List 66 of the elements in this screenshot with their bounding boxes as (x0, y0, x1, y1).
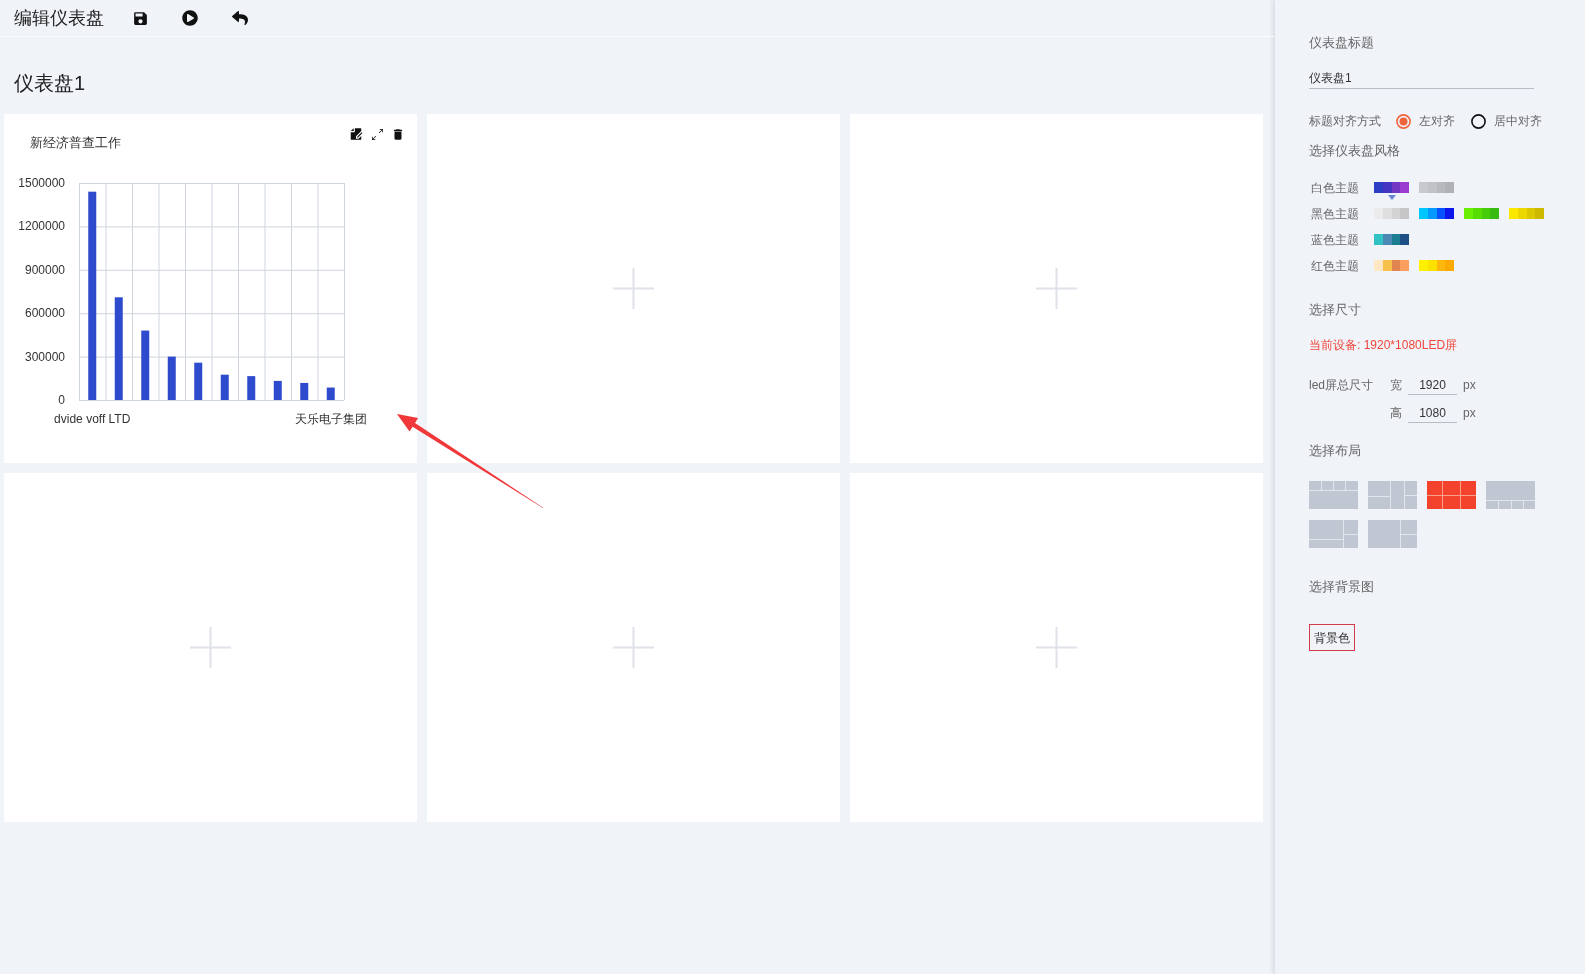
chart-bar (247, 376, 256, 400)
edit-button[interactable] (349, 127, 363, 141)
axis-label: 300000 (24, 349, 65, 364)
expand-icon (371, 128, 383, 140)
triangle-icon (1387, 195, 1396, 200)
chart-bar (194, 362, 203, 400)
plus-icon (613, 268, 654, 309)
theme-label: 红色主题 (1310, 258, 1360, 275)
section-label: 选择布局 (1309, 442, 1361, 460)
layout-thumbnail[interactable] (1309, 481, 1358, 509)
current-device-text: 当前设备: 1920*1080LED屏 (1309, 337, 1458, 354)
axis-label: 天乐电子集团 (294, 412, 367, 426)
chart-bar (141, 330, 150, 400)
undo-icon (232, 10, 248, 26)
layout-thumbnail[interactable] (1486, 481, 1535, 509)
axis-label: 1500000 (18, 176, 65, 190)
unit-label: px (1463, 377, 1476, 394)
empty-card[interactable] (850, 114, 1263, 463)
theme-swatch[interactable] (1374, 182, 1409, 200)
radio-option[interactable]: 左对齐 (1396, 112, 1455, 130)
radio-option[interactable]: 居中对齐 (1471, 112, 1542, 130)
unit-label: px (1463, 405, 1476, 422)
field-label: 高 (1390, 405, 1402, 422)
section-label: 选择仪表盘风格 (1309, 142, 1400, 160)
editor-title: 编辑仪表盘 (14, 7, 104, 30)
plus-icon (613, 627, 654, 668)
trash-icon (391, 126, 405, 142)
theme-label: 蓝色主题 (1310, 232, 1360, 249)
layout-thumbnail[interactable] (1427, 481, 1476, 509)
save-icon (131, 9, 149, 27)
expand-button[interactable] (370, 127, 384, 141)
chart-bar (326, 387, 335, 400)
dashboard-title: 仪表盘1 (14, 72, 86, 94)
plus-icon (190, 627, 231, 668)
chart-bar (220, 374, 229, 400)
axis-label: 600000 (24, 306, 65, 321)
document-pencil-icon (349, 127, 363, 141)
background-color-button[interactable]: 背景色 (1309, 624, 1355, 651)
width-input[interactable]: 1920 (1408, 375, 1457, 395)
empty-card[interactable] (850, 473, 1263, 822)
plus-icon (1036, 268, 1077, 309)
title-input[interactable]: 仪表盘1 (1309, 68, 1534, 89)
delete-button[interactable] (391, 127, 405, 141)
plus-icon (1036, 627, 1077, 668)
theme-label: 白色主题 (1310, 180, 1360, 197)
field-label: 宽 (1390, 377, 1402, 394)
theme-label: 黑色主题 (1310, 206, 1360, 223)
chart-bar (167, 356, 176, 400)
axis-label: 0 (58, 393, 65, 407)
chart-bar (300, 382, 309, 400)
section-label: 选择尺寸 (1309, 301, 1361, 319)
chart-bar (273, 380, 282, 400)
field-label: led屏总尺寸 (1309, 377, 1374, 394)
empty-card[interactable] (4, 473, 417, 822)
height-input[interactable]: 1080 (1408, 403, 1457, 423)
section-label: 选择背景图 (1309, 578, 1374, 596)
empty-card[interactable] (427, 114, 840, 463)
layout-thumbnail[interactable] (1368, 520, 1417, 548)
chart-title: 新经济普查工作 (30, 134, 121, 152)
axis-label: dvide voff LTD (54, 412, 131, 426)
play-icon (182, 10, 198, 26)
axis-label: 900000 (24, 262, 65, 277)
axis-label: 1200000 (18, 219, 65, 234)
empty-card[interactable] (427, 473, 840, 822)
section-label: 仪表盘标题 (1309, 34, 1374, 52)
field-label: 标题对齐方式 (1309, 113, 1382, 130)
